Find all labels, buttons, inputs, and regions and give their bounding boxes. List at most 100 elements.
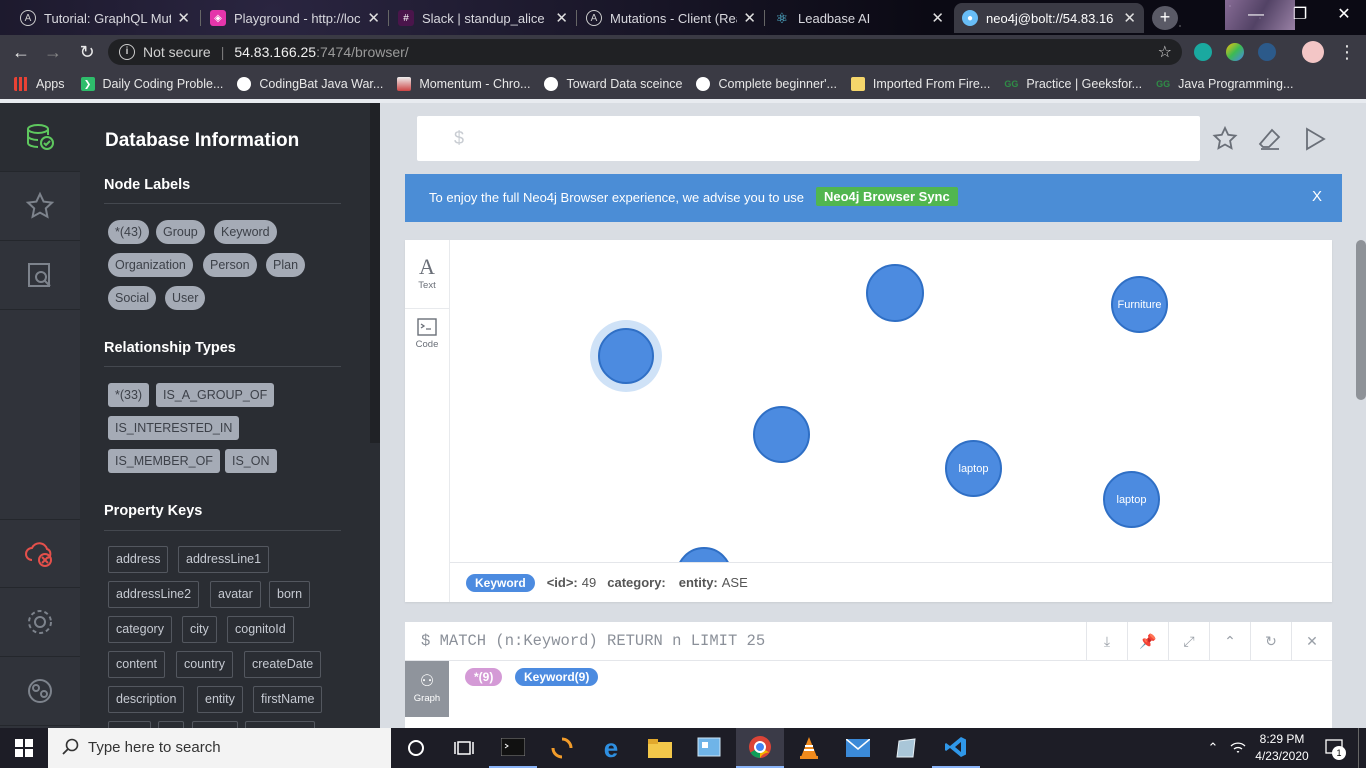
reload-icon[interactable]: ↻ [74, 40, 100, 64]
terminal-app-icon[interactable] [489, 728, 537, 768]
browser-sync-button[interactable]: Neo4j Browser Sync [816, 187, 958, 206]
rerun-icon[interactable]: ↻ [1250, 622, 1291, 661]
code-view-button[interactable]: Code [405, 308, 449, 366]
drawer-scrollbar[interactable] [370, 103, 380, 443]
minimize-icon[interactable]: — [1234, 0, 1278, 32]
relationship-type-pill[interactable]: IS_ON [225, 449, 277, 473]
property-key-button[interactable]: addressLine2 [108, 581, 200, 608]
bookmark-toward-data[interactable]: Toward Data sceince [544, 77, 682, 91]
bookmark-star-icon[interactable]: ☆ [1158, 42, 1172, 62]
property-key-button[interactable]: category [108, 616, 172, 643]
control-panel-icon[interactable] [685, 728, 733, 768]
property-key-button[interactable]: description [108, 686, 185, 713]
documents-search-icon[interactable] [0, 241, 80, 310]
close-icon[interactable]: ✕ [367, 9, 380, 27]
app-crystal-icon[interactable] [883, 728, 931, 768]
node-label-pill[interactable]: Organization [108, 253, 193, 277]
task-view-icon[interactable] [440, 728, 488, 768]
property-key-button[interactable]: country [176, 651, 233, 678]
about-neo4j-icon[interactable] [0, 657, 80, 726]
bookmark-apps[interactable]: Apps [14, 77, 65, 91]
system-clock[interactable]: 8:29 PM 4/23/2020 [1247, 731, 1317, 765]
favorites-star-icon[interactable] [0, 172, 80, 241]
eraser-icon[interactable] [1255, 124, 1285, 154]
bookmark-geeksforgeeks[interactable]: GG Practice | Geeksfor... [1004, 77, 1142, 91]
node-label-pill[interactable]: Person [203, 253, 257, 277]
connection-error-icon[interactable] [0, 519, 80, 588]
pin-icon[interactable]: 📌 [1127, 622, 1168, 661]
collapse-chevron-icon[interactable]: ⌃ [1209, 622, 1250, 661]
graph-node[interactable]: laptop [1103, 471, 1160, 528]
property-key-button[interactable]: firstName [253, 686, 323, 713]
property-key-button[interactable]: entity [197, 686, 243, 713]
tab-playground[interactable]: ◈ Playground - http://loc ✕ [202, 3, 388, 33]
property-key-button[interactable]: city [182, 616, 217, 643]
property-key-button[interactable] [245, 721, 315, 728]
text-view-button[interactable]: A Text [405, 248, 449, 306]
restore-icon[interactable]: ❐ [1278, 0, 1322, 32]
graph-canvas[interactable]: Furniture laptop laptop [450, 240, 1332, 562]
graph-node[interactable] [753, 406, 810, 463]
close-icon[interactable]: ✕ [177, 9, 190, 27]
graph-node[interactable]: laptop [945, 440, 1002, 497]
bookmark-momentum[interactable]: Momentum - Chro... [397, 77, 530, 91]
keyword-tag[interactable]: Keyword(9) [515, 668, 599, 686]
show-desktop-button[interactable] [1358, 728, 1366, 768]
extension-react-icon[interactable] [1258, 43, 1276, 61]
node-label-pill[interactable]: Keyword [214, 220, 277, 244]
property-key-button[interactable]: content [108, 651, 166, 678]
vscode-icon[interactable] [932, 728, 980, 768]
tab-neo4j[interactable]: ● neo4j@bolt://54.83.16 ✕ [954, 3, 1144, 33]
tab-leadbase[interactable]: ⚛ Leadbase AI ✕ [766, 3, 952, 33]
tab-graphql-tutorial[interactable]: A Tutorial: GraphQL Muta ✕ [12, 3, 198, 33]
graph-node[interactable] [866, 264, 924, 322]
new-tab-button[interactable]: + [1152, 6, 1178, 30]
info-icon[interactable]: i [119, 44, 135, 60]
graph-node[interactable] [598, 328, 654, 384]
relationship-type-pill[interactable]: IS_A_GROUP_OF [156, 383, 275, 407]
bookmark-imported-folder[interactable]: Imported From Fire... [850, 77, 990, 91]
node-label-pill[interactable]: *(43) [108, 220, 150, 244]
node-label-pill[interactable]: User [165, 286, 206, 310]
chrome-icon[interactable] [736, 728, 784, 768]
node-label-pill[interactable]: Group [156, 220, 205, 244]
mail-icon[interactable] [834, 728, 882, 768]
tab-mutations-client[interactable]: A Mutations - Client (Rea ✕ [578, 3, 764, 33]
bookmark-daily-coding[interactable]: ❯ Daily Coding Proble... [80, 77, 223, 91]
close-icon[interactable]: ✕ [743, 9, 756, 27]
close-icon[interactable]: ✕ [931, 9, 944, 27]
property-key-button[interactable]: born [269, 581, 311, 608]
tab-slack[interactable]: # Slack | standup_alice | I ✕ [390, 3, 576, 33]
tray-chevron-icon[interactable]: ⌃ [1200, 728, 1226, 768]
extension-m-icon[interactable] [1194, 43, 1212, 61]
loading-app-icon[interactable] [538, 728, 586, 768]
cortana-icon[interactable] [392, 728, 440, 768]
bookmark-codingbat[interactable]: CodingBat Java War... [237, 77, 383, 91]
notification-center-icon[interactable]: 1 [1322, 728, 1348, 768]
close-icon[interactable]: ✕ [1123, 9, 1136, 27]
relationship-type-pill[interactable]: IS_INTERESTED_IN [108, 416, 240, 440]
cypher-editor[interactable]: $ [417, 116, 1200, 161]
favorite-star-icon[interactable] [1210, 124, 1240, 154]
database-icon[interactable] [0, 103, 80, 172]
banner-close-button[interactable]: X [1312, 188, 1322, 205]
frame-query[interactable]: $ MATCH (n:Keyword) RETURN n LIMIT 25 [421, 632, 765, 650]
inspector-label-pill[interactable]: Keyword [466, 573, 535, 592]
property-key-button[interactable] [158, 721, 184, 728]
property-key-button[interactable]: cognitoId [227, 616, 294, 643]
close-frame-icon[interactable]: ✕ [1291, 622, 1332, 661]
property-key-button[interactable]: createDate [244, 651, 322, 678]
property-key-button[interactable]: addressLine1 [178, 546, 270, 573]
graph-node[interactable]: Furniture [1111, 276, 1168, 333]
property-key-button[interactable]: address [108, 546, 169, 573]
taskbar-search[interactable]: Type here to search [48, 728, 391, 768]
all-nodes-tag[interactable]: *(9) [465, 668, 503, 686]
run-play-icon[interactable] [1300, 124, 1330, 154]
edge-icon[interactable]: e [587, 728, 635, 768]
menu-kebab-icon[interactable]: ⋮ [1334, 40, 1360, 64]
fullscreen-icon[interactable]: ⤢ [1168, 622, 1209, 661]
close-icon[interactable]: ✕ [555, 9, 568, 27]
file-explorer-icon[interactable] [636, 728, 684, 768]
node-label-pill[interactable]: Social [108, 286, 157, 310]
vlc-icon[interactable] [785, 728, 833, 768]
